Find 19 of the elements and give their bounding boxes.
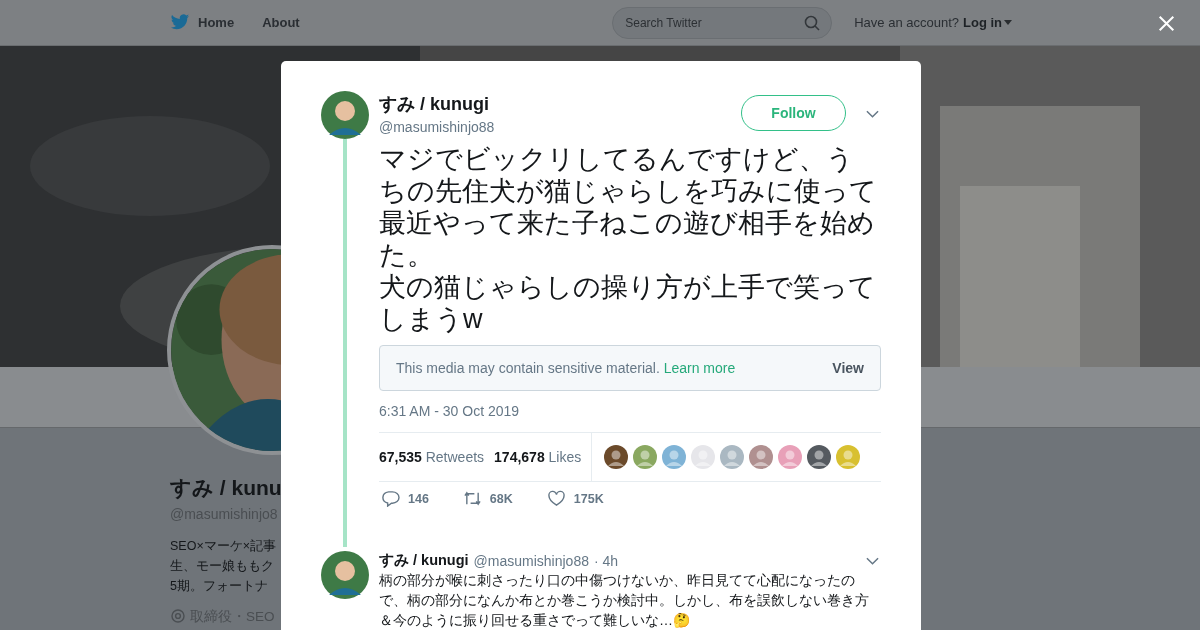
action-button[interactable]: 68K — [460, 490, 515, 507]
search-field[interactable]: Search Twitter — [612, 6, 833, 39]
tweet-time: 6:31 AM - 30 Oct 2019 — [379, 403, 521, 419]
reply-time[interactable]: · 4h — [594, 552, 861, 569]
reply-text: 柄の部分が喉に刺さったり口の中傷つけないか、昨日見てて心配になったので、柄の部分になんか布とか巻こうか検討中。しかし、布を誤飲しない巻き方＆今のように振り回せる重さでって難しいな…🤔 — [379, 571, 870, 630]
action-button[interactable]: 146 — [379, 490, 431, 507]
login-link[interactable]: Log in — [963, 15, 1002, 30]
reply-author-name[interactable]: すみ / kunugi — [379, 551, 469, 570]
reply-author-handle[interactable]: @masumishinjo88 — [473, 552, 589, 569]
account-prompt: Have an account? — [854, 15, 959, 30]
profile-name: すみ / kunu — [170, 475, 281, 501]
nav-link[interactable]: About — [262, 15, 300, 30]
nav-link[interactable]: Home — [198, 15, 235, 30]
bio-text: 生、モー娘ももク — [170, 558, 275, 575]
bio-text: SEO×マーケ×記事 — [170, 538, 277, 555]
bio-text: 5期。フォートナ — [170, 578, 269, 595]
action-button[interactable]: 175K — [544, 490, 606, 507]
retweet-count[interactable]: 67,535 Retweets — [379, 449, 485, 465]
like-count[interactable]: 174,678 Likes — [494, 449, 582, 465]
